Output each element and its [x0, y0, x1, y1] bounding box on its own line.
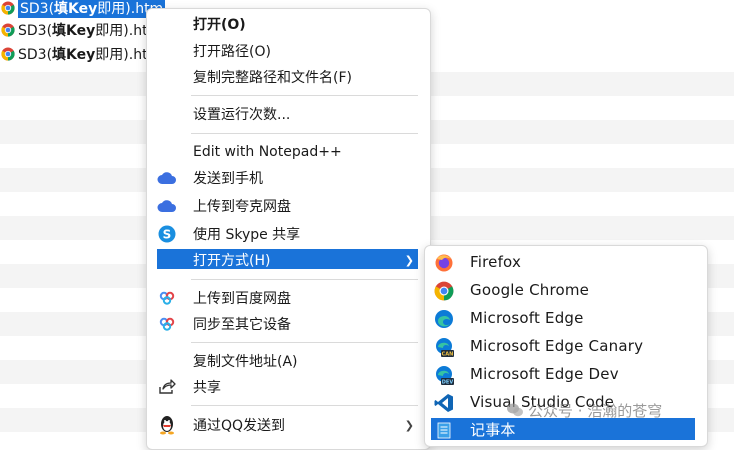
notepad-icon — [437, 422, 451, 439]
menu-item-open-with[interactable]: 打开方式(H) ❯ — [147, 247, 430, 273]
menu-separator — [191, 95, 418, 96]
submenu-item-label: Google Chrome — [470, 281, 590, 299]
submenu-item-firefox[interactable]: Firefox — [425, 248, 707, 276]
submenu-item-label: Microsoft Edge — [470, 309, 584, 327]
menu-item-label: 上传到夸克网盘 — [193, 199, 291, 215]
file-name: SD3(填Key即用).htm — [18, 0, 166, 18]
watermark-text: 公众号 · 浩瀚的苍穹 — [528, 401, 663, 420]
skype-icon: S — [157, 225, 177, 243]
chrome-icon — [1, 47, 15, 61]
chrome-icon — [1, 1, 15, 15]
menu-separator — [191, 342, 418, 343]
menu-item-send-qq[interactable]: 通过QQ发送到 ❯ — [147, 412, 430, 438]
submenu-item-edge-canary[interactable]: CAN Microsoft Edge Canary — [425, 332, 707, 360]
context-menu: 打开(O) 打开路径(O) 复制完整路径和文件名(F) 设置运行次数... Ed… — [146, 8, 431, 450]
file-name: SD3(填Key即用).ht — [18, 23, 148, 39]
menu-item-copy-file-address[interactable]: 复制文件地址(A) — [147, 348, 430, 374]
submenu-item-label: Firefox — [470, 253, 522, 271]
file-row-2[interactable]: SD3(填Key即用).ht — [0, 20, 148, 40]
svg-text:DEV: DEV — [442, 380, 454, 386]
svg-text:CAN: CAN — [442, 352, 454, 358]
menu-item-send-to-phone[interactable]: 发送到手机 — [147, 165, 430, 191]
menu-item-copy-full-path[interactable]: 复制完整路径和文件名(F) — [147, 64, 430, 90]
chrome-icon — [1, 23, 15, 37]
baidu-cloud-icon — [157, 315, 177, 333]
menu-item-label: Edit with Notepad++ — [193, 144, 342, 160]
menu-item-share-skype[interactable]: S 使用 Skype 共享 — [147, 221, 430, 247]
edge-canary-icon: CAN — [436, 338, 454, 358]
file-row-1[interactable]: SD3(填Key即用).htm — [0, 0, 166, 18]
menu-separator — [191, 405, 418, 406]
baidu-cloud-icon — [157, 289, 177, 307]
submenu-item-edge[interactable]: Microsoft Edge — [425, 304, 707, 332]
menu-item-label: 同步至其它设备 — [193, 317, 291, 333]
submenu-item-label: Microsoft Edge Dev — [470, 365, 619, 383]
cloud-icon — [157, 169, 177, 187]
menu-item-open-path[interactable]: 打开路径(O) — [147, 38, 430, 64]
watermark: 公众号 · 浩瀚的苍穹 — [506, 399, 662, 421]
menu-item-label: 使用 Skype 共享 — [193, 227, 301, 243]
menu-item-label: 上传到百度网盘 — [193, 291, 291, 307]
menu-item-label: 复制文件地址(A) — [193, 354, 298, 370]
menu-item-set-run-count[interactable]: 设置运行次数... — [147, 101, 430, 127]
menu-item-share[interactable]: 共享 — [147, 374, 430, 400]
chrome-icon — [434, 281, 454, 301]
qq-penguin-icon — [157, 416, 177, 435]
menu-item-label: 发送到手机 — [193, 171, 263, 187]
submenu-item-edge-dev[interactable]: DEV Microsoft Edge Dev — [425, 360, 707, 388]
svg-text:S: S — [163, 228, 172, 242]
chevron-right-icon: ❯ — [404, 418, 414, 432]
submenu-item-label: Microsoft Edge Canary — [470, 337, 644, 355]
menu-item-upload-baidu[interactable]: 上传到百度网盘 — [147, 285, 430, 311]
wechat-icon — [507, 403, 523, 417]
firefox-icon — [435, 254, 453, 272]
menu-separator — [191, 279, 418, 280]
menu-item-label: 设置运行次数... — [193, 107, 291, 123]
submenu-item-chrome[interactable]: Google Chrome — [425, 276, 707, 304]
menu-item-open[interactable]: 打开(O) — [147, 11, 430, 37]
menu-item-label: 通过QQ发送到 — [193, 418, 286, 434]
edge-dev-icon: DEV — [436, 366, 454, 386]
menu-item-sync-devices[interactable]: 同步至其它设备 — [147, 311, 430, 337]
menu-item-label: 共享 — [193, 380, 221, 396]
menu-item-label: 复制完整路径和文件名(F) — [193, 70, 352, 86]
menu-item-label: 打开路径(O) — [193, 44, 271, 60]
chevron-right-icon: ❯ — [404, 253, 414, 267]
file-row-3[interactable]: SD3(填Key即用).ht — [0, 44, 148, 64]
cloud-icon — [157, 197, 177, 215]
share-icon — [157, 378, 177, 396]
menu-separator — [191, 133, 418, 134]
menu-item-label: 打开(O) — [193, 17, 246, 33]
edge-icon — [435, 310, 453, 328]
menu-item-upload-quark[interactable]: 上传到夸克网盘 — [147, 193, 430, 219]
vscode-icon — [434, 394, 453, 412]
file-name: SD3(填Key即用).ht — [18, 47, 148, 63]
menu-item-label: 打开方式(H) — [193, 253, 271, 269]
menu-item-edit-notepadpp[interactable]: Edit with Notepad++ — [147, 139, 430, 165]
submenu-item-label: 记事本 — [470, 420, 516, 439]
